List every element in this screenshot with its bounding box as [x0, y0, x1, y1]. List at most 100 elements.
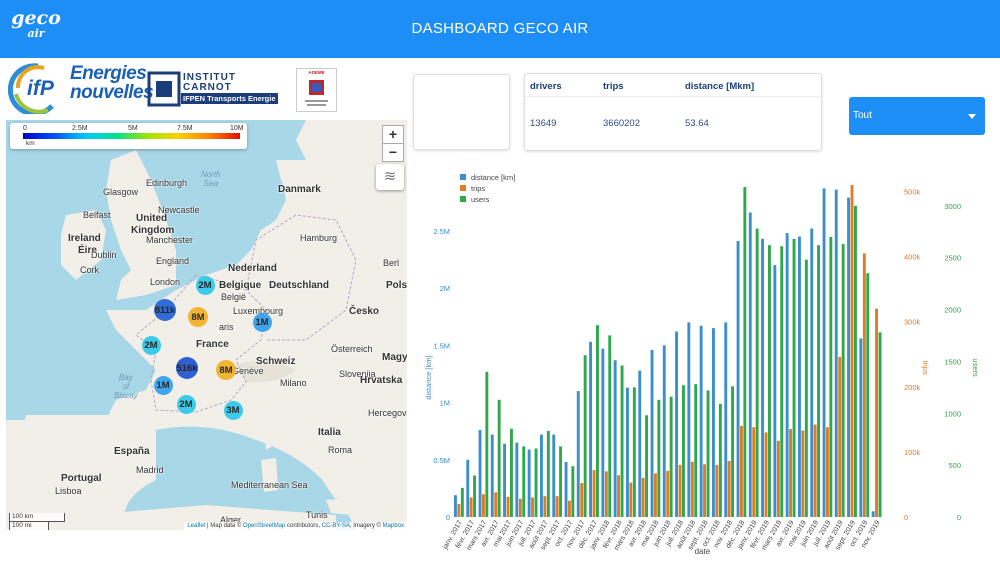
- bar-trips: [862, 253, 866, 517]
- cluster-marker[interactable]: 2M: [141, 335, 161, 355]
- y2-tick-label: 100k: [904, 448, 921, 457]
- legend-swatch: [460, 174, 466, 180]
- cluster-marker[interactable]: 1M: [252, 312, 272, 332]
- bar-distance: [871, 511, 875, 517]
- label-glasgow: Glasgow: [103, 187, 139, 197]
- stats-header-drivers: drivers: [530, 81, 562, 92]
- label-manchester: Manchester: [146, 235, 194, 245]
- cluster-marker[interactable]: 2M: [195, 275, 215, 295]
- bar-trips: [592, 470, 596, 517]
- label-cesko: Česko: [349, 306, 380, 317]
- bar-trips: [641, 477, 645, 517]
- bar-distance: [454, 495, 457, 517]
- bar-users: [718, 403, 722, 517]
- carnot-logo: INSTITUT CARNOT IFPEN Transports Energie: [147, 71, 282, 107]
- bar-distance: [699, 325, 703, 517]
- bar-distance: [773, 265, 777, 517]
- label-polska: Pols: [386, 280, 407, 291]
- bar-trips: [690, 461, 694, 517]
- bar-users: [645, 415, 648, 517]
- bar-trips: [604, 471, 608, 517]
- scale-bar-km: 100 km: [9, 513, 65, 522]
- bar-trips: [580, 483, 584, 517]
- mapbox-link[interactable]: Mapbox: [383, 523, 404, 529]
- bar-users: [682, 385, 685, 517]
- y3-axis-title: users: [971, 358, 980, 377]
- bar-distance: [859, 338, 863, 517]
- bar-trips: [469, 497, 473, 517]
- bar-distance: [540, 434, 543, 517]
- scale-bar-mi: 100 mi: [9, 522, 49, 530]
- map-attribution: Leaflet | Map data © OpenStreetMap contr…: [184, 522, 407, 530]
- y2-tick-label: 500k: [904, 188, 921, 197]
- bar-distance: [834, 189, 838, 517]
- bar-distance: [527, 449, 531, 517]
- layers-icon[interactable]: ≋: [376, 164, 404, 190]
- cluster-marker[interactable]: 1M: [153, 375, 173, 395]
- map-panel[interactable]: North Sea Bay of Biscay United Kingdom I…: [6, 120, 407, 530]
- label-london: London: [150, 277, 181, 287]
- bar-distance: [761, 238, 764, 518]
- page-title: DASHBOARD GECO AIR: [411, 20, 589, 37]
- bar-users: [608, 335, 612, 517]
- cluster-marker[interactable]: 516k: [176, 357, 198, 379]
- bar-distance: [798, 236, 801, 517]
- bar-users: [755, 228, 759, 517]
- bar-trips: [740, 425, 743, 517]
- stats-header-trips: trips: [603, 81, 624, 92]
- cluster-marker[interactable]: 2M: [176, 394, 196, 414]
- bar-trips: [457, 504, 461, 517]
- label-paris: aris: [219, 322, 234, 332]
- chart-svg: 0 0.5M 1M 1.5M 2M 2.5M distance [km] 0 100k 200k 3…: [424, 173, 980, 556]
- label-hamburg: Hamburg: [300, 233, 338, 243]
- bar-users: [522, 446, 526, 517]
- cluster-marker[interactable]: 811k: [154, 299, 176, 321]
- divider: [525, 96, 821, 97]
- bar-trips: [568, 500, 571, 517]
- label-tunis: Tunis: [306, 510, 328, 520]
- y3-tick-label: 2500: [944, 254, 961, 263]
- label-berlin: Berl: [383, 258, 400, 268]
- carnot-line2: CARNOT: [183, 82, 232, 93]
- bar-trips: [727, 461, 731, 517]
- label-deutschland: Deutschland: [269, 280, 330, 291]
- label-cork: Cork: [80, 265, 100, 275]
- bar-distance: [736, 241, 740, 517]
- cluster-marker[interactable]: 8M: [188, 307, 208, 327]
- bar-trips: [555, 496, 559, 517]
- ademe-logo: ADEME: [296, 68, 337, 112]
- filter-dropdown[interactable]: Tout: [849, 97, 985, 135]
- label-danmark: Danmark: [278, 184, 321, 195]
- bar-distance: [589, 341, 592, 517]
- legend-tick: 0: [23, 125, 27, 132]
- bar-users: [559, 446, 562, 517]
- label-osterreich: Österreich: [331, 344, 373, 354]
- chevron-down-icon: [968, 114, 976, 119]
- cluster-marker[interactable]: 8M: [216, 360, 236, 380]
- zoom-out-button[interactable]: −: [382, 143, 404, 162]
- osm-link[interactable]: OpenStreetMap: [243, 523, 285, 529]
- map-color-legend: 0 2.5M 5M 7.5M 10M km: [10, 123, 247, 149]
- bar-trips: [875, 308, 878, 517]
- legend-label: users: [471, 195, 490, 204]
- bar-users: [817, 245, 820, 517]
- stats-header-distance: distance [Mkm]: [685, 81, 755, 92]
- bar-trips: [764, 432, 768, 517]
- zoom-in-button[interactable]: +: [382, 125, 404, 144]
- bar-trips: [629, 482, 633, 517]
- stats-value-distance: 53.64: [685, 118, 709, 129]
- bar-trips: [826, 427, 829, 517]
- label-portugal: Portugal: [61, 473, 102, 484]
- label-ireland: Ireland: [68, 233, 101, 244]
- bar-users: [780, 246, 784, 517]
- cluster-marker[interactable]: 3M: [223, 400, 243, 420]
- legend-label: distance [km]: [471, 173, 515, 182]
- cc-link[interactable]: CC-BY-SA: [322, 523, 350, 529]
- y2-tick-label: 200k: [904, 383, 921, 392]
- time-series-chart[interactable]: 0 0.5M 1M 1.5M 2M 2.5M distance [km] 0 100k 200k 3…: [420, 168, 980, 558]
- bar-trips: [776, 440, 780, 517]
- leaflet-link[interactable]: Leaflet: [187, 523, 205, 529]
- bar-users: [546, 430, 550, 517]
- bar-distance: [712, 328, 715, 517]
- bar-trips: [494, 492, 498, 517]
